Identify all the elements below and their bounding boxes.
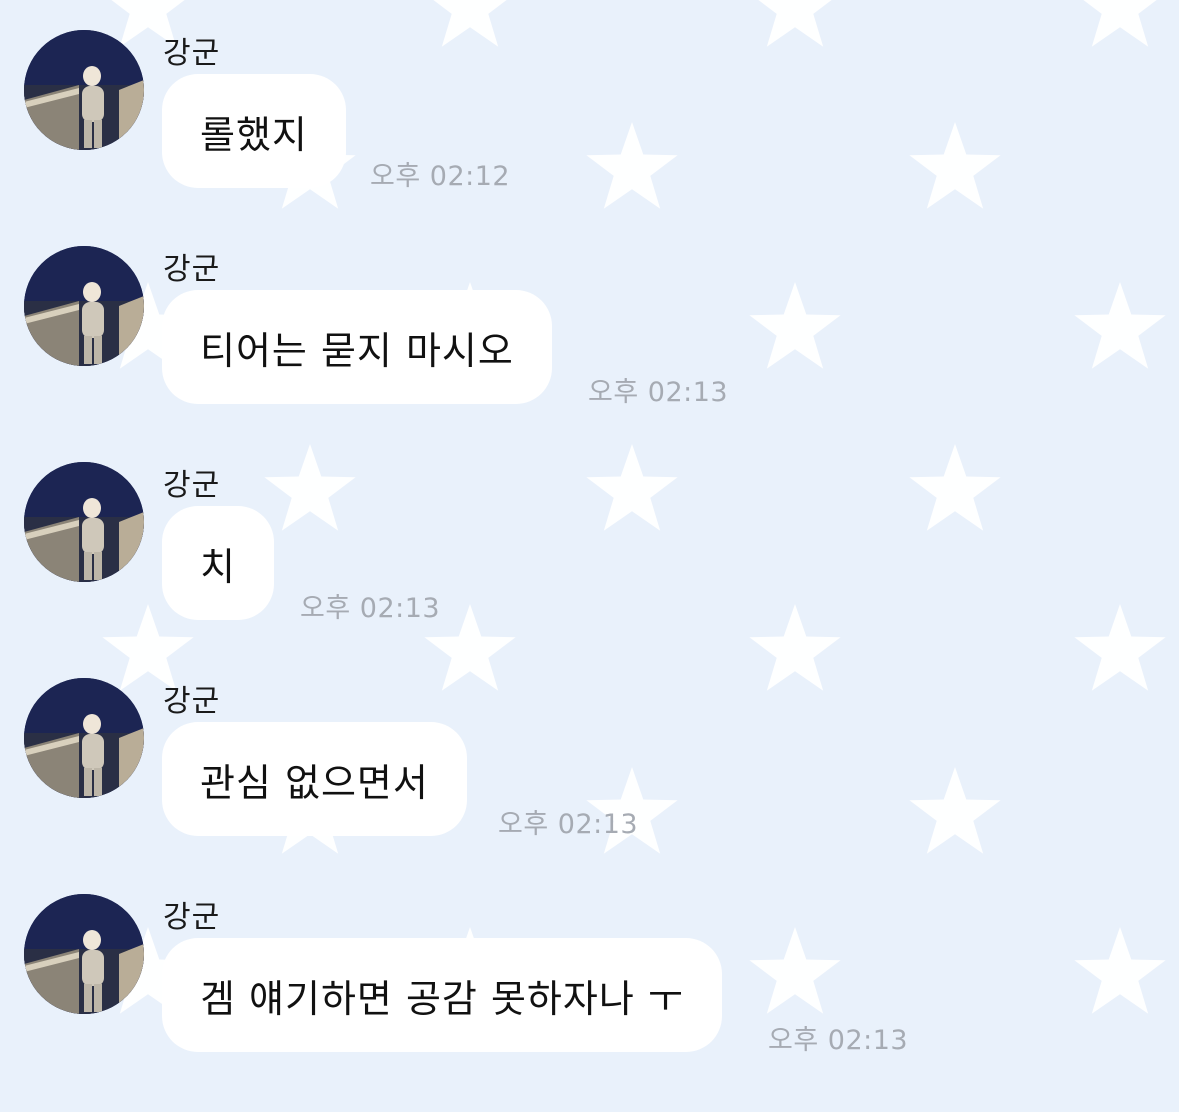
message-text: 겜 얘기하면 공감 못하자나 ㅜ (200, 976, 684, 1021)
profile-photo-icon[interactable] (24, 30, 144, 150)
message-text: 티어는 묻지 마시오 (200, 328, 514, 373)
message-text: 롤했지 (200, 112, 308, 157)
sender-name[interactable]: 강군 (163, 676, 220, 720)
message-row: 강군 롤했지 오후 02:12 (0, 30, 1179, 248)
message-timestamp: 오후 02:13 (768, 1025, 909, 1056)
message-row: 강군 티어는 묻지 마시오 오후 02:13 (0, 246, 1179, 464)
message-bubble[interactable]: 롤했지 (162, 74, 346, 188)
message-row: 강군 겜 얘기하면 공감 못하자나 ㅜ 오후 02:13 (0, 894, 1179, 1112)
sender-name[interactable]: 강군 (163, 244, 220, 288)
sender-name[interactable]: 강군 (163, 28, 220, 72)
message-timestamp: 오후 02:13 (300, 593, 441, 624)
message-text: 관심 없으면서 (200, 760, 429, 805)
message-bubble[interactable]: 티어는 묻지 마시오 (162, 290, 552, 404)
message-row: 강군 관심 없으면서 오후 02:13 (0, 678, 1179, 896)
sender-name[interactable]: 강군 (163, 892, 220, 936)
message-bubble[interactable]: 관심 없으면서 (162, 722, 467, 836)
message-timestamp: 오후 02:13 (498, 809, 639, 840)
profile-photo-icon[interactable] (24, 894, 144, 1014)
profile-photo-icon[interactable] (24, 462, 144, 582)
profile-photo-icon[interactable] (24, 678, 144, 798)
message-bubble[interactable]: 겜 얘기하면 공감 못하자나 ㅜ (162, 938, 722, 1052)
sender-name[interactable]: 강군 (163, 460, 220, 504)
message-timestamp: 오후 02:12 (370, 161, 511, 192)
message-timestamp: 오후 02:13 (588, 377, 729, 408)
message-text: 치 (200, 544, 236, 589)
message-row: 강군 치 오후 02:13 (0, 462, 1179, 680)
profile-photo-icon[interactable] (24, 246, 144, 366)
message-bubble[interactable]: 치 (162, 506, 274, 620)
